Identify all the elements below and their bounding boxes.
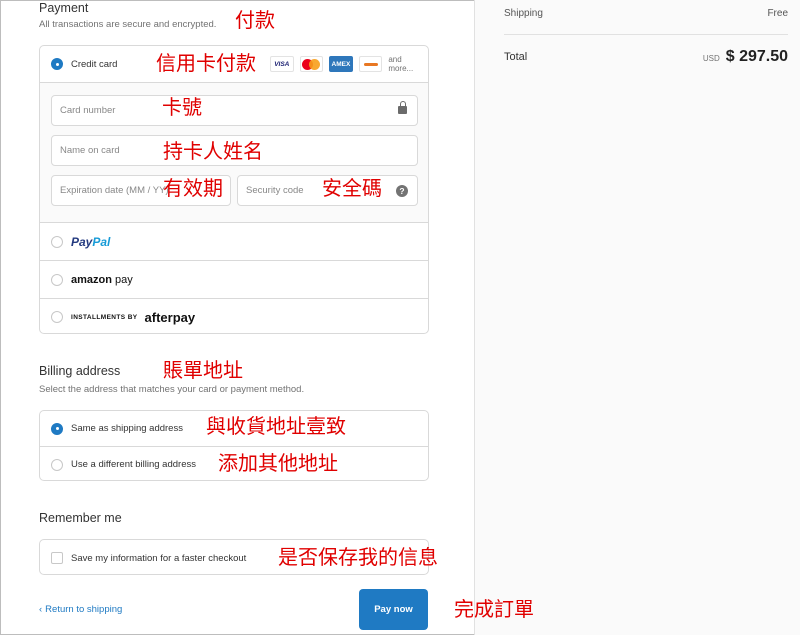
chevron-left-icon: ‹ <box>39 604 43 615</box>
shipping-label: Shipping <box>504 8 543 19</box>
visa-icon: VISA <box>270 56 294 72</box>
paypal-radio[interactable] <box>51 235 63 248</box>
annotation-expiry: 有效期 <box>163 176 223 200</box>
payment-option-paypal[interactable]: PayPal <box>40 223 428 260</box>
annotation-payment: 付款 <box>235 8 275 32</box>
credit-card-radio[interactable] <box>51 58 63 70</box>
annotation-same-as-shipping: 與收貨地址壹致 <box>206 414 346 438</box>
different-address-label: Use a different billing address <box>71 459 196 470</box>
pay-now-button[interactable]: Pay now <box>359 589 428 630</box>
expiration-placeholder: Expiration date (MM / YY) <box>60 185 169 196</box>
card-brands: VISA AMEX and more... <box>270 55 428 73</box>
card-number-field[interactable]: Card number <box>51 95 418 126</box>
shipping-value: Free <box>767 8 788 19</box>
different-address-radio[interactable] <box>51 458 63 471</box>
payment-title: Payment <box>39 1 89 15</box>
save-info-checkbox[interactable] <box>51 552 63 564</box>
total-amount: $ 297.50 <box>725 48 788 65</box>
help-icon[interactable]: ? <box>396 185 408 197</box>
shipping-row: Shipping Free <box>504 8 788 19</box>
payment-option-afterpay[interactable]: INSTALLMENTS BY afterpay <box>40 299 428 333</box>
amazon-pay-radio[interactable] <box>51 273 63 286</box>
afterpay-logo: afterpay <box>144 309 196 325</box>
same-address-label: Same as shipping address <box>71 423 183 434</box>
afterpay-radio[interactable] <box>51 311 63 323</box>
total-row: Total USD $ 297.50 <box>504 48 788 66</box>
annotation-save-info: 是否保存我的信息 <box>278 545 438 569</box>
billing-subtitle: Select the address that matches your car… <box>39 384 305 395</box>
paypal-logo-pal: Pal <box>92 234 111 249</box>
remember-title: Remember me <box>39 511 122 525</box>
total-label: Total <box>504 51 528 63</box>
mastercard-icon <box>299 56 324 72</box>
discover-icon <box>358 56 383 72</box>
currency-code: USD <box>702 54 720 63</box>
payment-option-amazon-pay[interactable]: amazon pay <box>40 261 428 298</box>
annotation-cardholder: 持卡人姓名 <box>163 139 263 163</box>
card-number-placeholder: Card number <box>60 105 116 116</box>
summary-divider <box>504 34 788 35</box>
amazon-logo-text: amazon <box>71 273 112 286</box>
amazon-pay-text: pay <box>111 273 133 286</box>
annotation-add-other: 添加其他地址 <box>218 451 338 475</box>
name-on-card-placeholder: Name on card <box>60 145 120 156</box>
credit-card-label: Credit card <box>71 58 118 70</box>
return-to-shipping-link[interactable]: ‹ Return to shipping <box>39 604 122 615</box>
annotation-credit-card: 信用卡付款 <box>156 51 256 75</box>
annotation-complete-order: 完成訂單 <box>454 597 534 621</box>
lock-icon <box>398 101 407 114</box>
amazon-pay-logo: amazon pay <box>71 274 133 286</box>
annotation-billing: 賬單地址 <box>163 358 243 382</box>
security-code-placeholder: Security code <box>246 185 304 196</box>
same-address-radio[interactable] <box>51 422 63 435</box>
annotation-security: 安全碼 <box>322 176 382 200</box>
installments-by-label: INSTALLMENTS BY <box>71 313 138 321</box>
amex-icon: AMEX <box>329 56 353 72</box>
billing-title: Billing address <box>39 364 121 378</box>
paypal-logo: PayPal <box>71 235 110 249</box>
annotation-card-number: 卡號 <box>162 95 202 119</box>
order-summary-panel: Shipping Free Total USD $ 297.50 <box>474 0 800 635</box>
total-value-group: USD $ 297.50 <box>703 48 788 66</box>
paypal-logo-pay: Pay <box>71 234 93 249</box>
payment-subtitle: All transactions are secure and encrypte… <box>39 19 217 30</box>
save-info-label: Save my information for a faster checkou… <box>71 552 247 564</box>
return-to-shipping-label: Return to shipping <box>45 604 123 615</box>
more-brands-label: and more... <box>388 55 414 73</box>
